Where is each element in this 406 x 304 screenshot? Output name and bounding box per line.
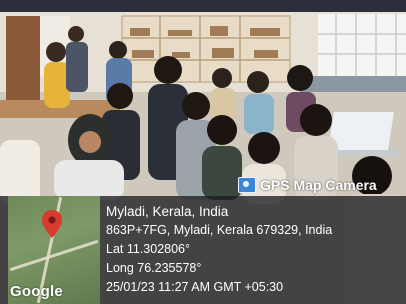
camera-icon	[238, 177, 256, 193]
map-pin-icon	[42, 210, 62, 238]
location-stamp: Google Myladi, Kerala, India 863P+7FG, M…	[0, 196, 406, 304]
longitude: Long 76.235578°	[106, 261, 202, 275]
date-time: 25/01/23 11:27 AM GMT +05:30	[106, 280, 284, 294]
latitude: Lat 11.302806°	[106, 242, 191, 256]
map-road	[9, 239, 99, 272]
app-name: GPS Map Camera	[260, 177, 377, 193]
photo-stage: GPS Map Camera Google Myladi, Kerala, In…	[0, 0, 406, 304]
map-brand-logo: Google	[10, 283, 63, 300]
map-thumbnail: Google	[8, 196, 100, 304]
location-details: Myladi, Kerala, India 863P+7FG, Myladi, …	[106, 202, 402, 297]
gps-camera-badge: GPS Map Camera	[238, 174, 406, 196]
place-name: Myladi, Kerala, India	[106, 204, 229, 219]
address-line: 863P+7FG, Myladi, Kerala 679329, India	[106, 223, 333, 237]
